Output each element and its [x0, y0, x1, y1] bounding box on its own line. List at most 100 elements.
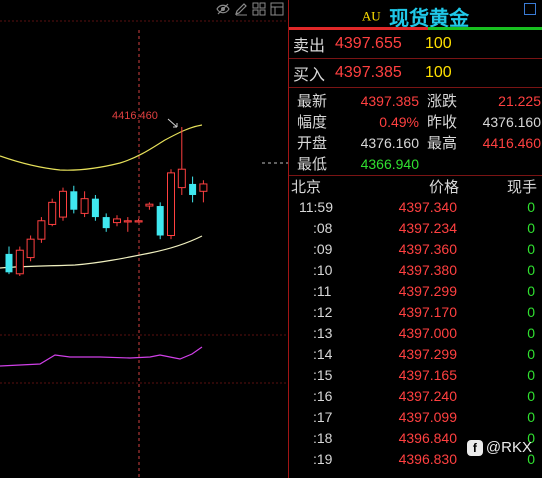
sell-row: 卖出 4397.655 100	[289, 30, 542, 59]
candle-body	[48, 201, 57, 225]
ticks-header-price: 价格	[428, 178, 459, 196]
candle-body	[189, 183, 197, 195]
tick-volume: 0	[527, 219, 535, 236]
sell-label: 卖出	[293, 38, 326, 55]
ratio-bar-sell-portion	[289, 27, 429, 30]
tick-price: 4397.299	[398, 282, 457, 299]
low-label: 最低	[297, 156, 328, 173]
change-label: 涨跌	[427, 93, 458, 110]
tick-time: :17	[313, 408, 333, 425]
candle-body	[15, 249, 24, 275]
layout-icon[interactable]	[270, 2, 284, 16]
tick-price: 4397.340	[398, 198, 457, 215]
candle-body	[26, 238, 35, 259]
tick-time: :18	[313, 429, 333, 446]
tick-price: 4396.830	[398, 450, 457, 467]
candle-body	[199, 183, 208, 192]
tick-price: 4397.099	[398, 408, 457, 425]
stats-row-low: 最低 4366.940	[289, 153, 542, 174]
tick-row: :09 4397.360 0	[289, 238, 542, 259]
candle-body	[156, 206, 164, 236]
kline-chart-panel[interactable]: 4416.460	[0, 0, 288, 478]
watermark: f @RKX	[466, 439, 532, 456]
high-value: 4416.460	[482, 134, 541, 151]
open-label: 开盘	[297, 135, 328, 152]
tick-time: :08	[313, 219, 333, 236]
tick-price: 4396.840	[398, 429, 457, 446]
candle-body	[113, 218, 121, 224]
tick-time: :14	[313, 345, 333, 362]
grid-icon[interactable]	[252, 2, 266, 16]
candle-body	[145, 203, 154, 207]
tick-volume: 0	[527, 240, 535, 257]
tick-row: :15 4397.165 0	[289, 364, 542, 385]
tick-price: 4397.240	[398, 387, 457, 404]
tick-time: 11:59	[299, 198, 333, 215]
low-value: 4366.940	[360, 155, 419, 172]
tick-volume: 0	[527, 345, 535, 362]
tick-row: :12 4397.170 0	[289, 301, 542, 322]
tick-volume: 0	[527, 366, 535, 383]
tick-row: :13 4397.000 0	[289, 322, 542, 343]
prev-close-label: 昨收	[427, 114, 458, 131]
tick-time: :12	[313, 303, 333, 320]
tick-time: :13	[313, 324, 333, 341]
tick-price: 4397.000	[398, 324, 457, 341]
candle-body	[5, 253, 13, 273]
candle-body	[134, 220, 143, 223]
ticks-header: 北京 价格 现手	[289, 176, 542, 196]
chart-toolbar	[216, 0, 284, 18]
tick-time: :09	[313, 240, 333, 257]
buy-volume: 100	[425, 64, 452, 81]
candle-body	[167, 172, 175, 236]
candle-body	[102, 217, 110, 229]
tick-time: :11	[313, 282, 332, 299]
candle-body	[80, 198, 89, 214]
tick-volume: 0	[527, 387, 535, 404]
candle-body	[123, 220, 132, 223]
pencil-icon[interactable]	[234, 2, 248, 16]
kline-chart[interactable]: 4416.460	[0, 0, 288, 478]
ratio-bar-buy-portion	[428, 27, 542, 30]
stats-row-latest: 最新 4397.385 涨跌 21.225	[289, 90, 542, 111]
window-icon[interactable]	[524, 3, 536, 15]
candle-body	[59, 190, 67, 218]
watermark-logo-icon: f	[466, 439, 483, 456]
open-value: 4376.160	[360, 134, 419, 151]
tick-time: :10	[313, 261, 333, 278]
tick-row: :10 4397.380 0	[289, 259, 542, 280]
prev-close-value: 4376.160	[482, 113, 541, 130]
tick-time: :15	[313, 366, 333, 383]
latest-label: 最新	[297, 93, 328, 110]
tick-price: 4397.360	[398, 240, 457, 257]
candle-body	[70, 191, 78, 210]
tick-row: :14 4397.299 0	[289, 343, 542, 364]
buy-label: 买入	[293, 67, 326, 84]
tick-price: 4397.234	[398, 219, 457, 236]
tick-time: :19	[313, 450, 333, 467]
candle-body	[177, 168, 186, 189]
tick-time: :16	[313, 387, 333, 404]
tick-price: 4397.380	[398, 261, 457, 278]
change-value: 21.225	[498, 92, 541, 109]
watermark-text: @RKX	[485, 439, 532, 456]
indicator-line	[0, 346, 203, 367]
upper-band-line	[0, 124, 203, 171]
sell-volume: 100	[425, 35, 452, 52]
candle-body	[91, 198, 99, 218]
eye-icon[interactable]	[216, 2, 230, 16]
high-label: 最高	[427, 135, 458, 152]
buy-row: 买入 4397.385 100	[289, 59, 542, 88]
stats-row-amplitude: 幅度 0.49% 昨收 4376.160	[289, 111, 542, 132]
tick-price: 4397.299	[398, 345, 457, 362]
buy-price: 4397.385	[335, 64, 402, 81]
ticks-list[interactable]: 11:59 4397.340 0:08 4397.234 0:09 4397.360 0:1…	[289, 196, 542, 469]
tick-volume: 0	[527, 408, 535, 425]
tick-row: :16 4397.240 0	[289, 385, 542, 406]
tick-row: :08 4397.234 0	[289, 217, 542, 238]
amplitude-label: 幅度	[297, 114, 328, 131]
ticks-header-volume: 现手	[506, 178, 537, 196]
quote-panel: AU 现货黄金 卖出 4397.655 100 买入 4397.385 100 …	[288, 0, 542, 478]
stats-block: 最新 4397.385 涨跌 21.225 幅度 0.49% 昨收 4376.1…	[289, 88, 542, 176]
tick-row: 11:59 4397.340 0	[289, 196, 542, 217]
